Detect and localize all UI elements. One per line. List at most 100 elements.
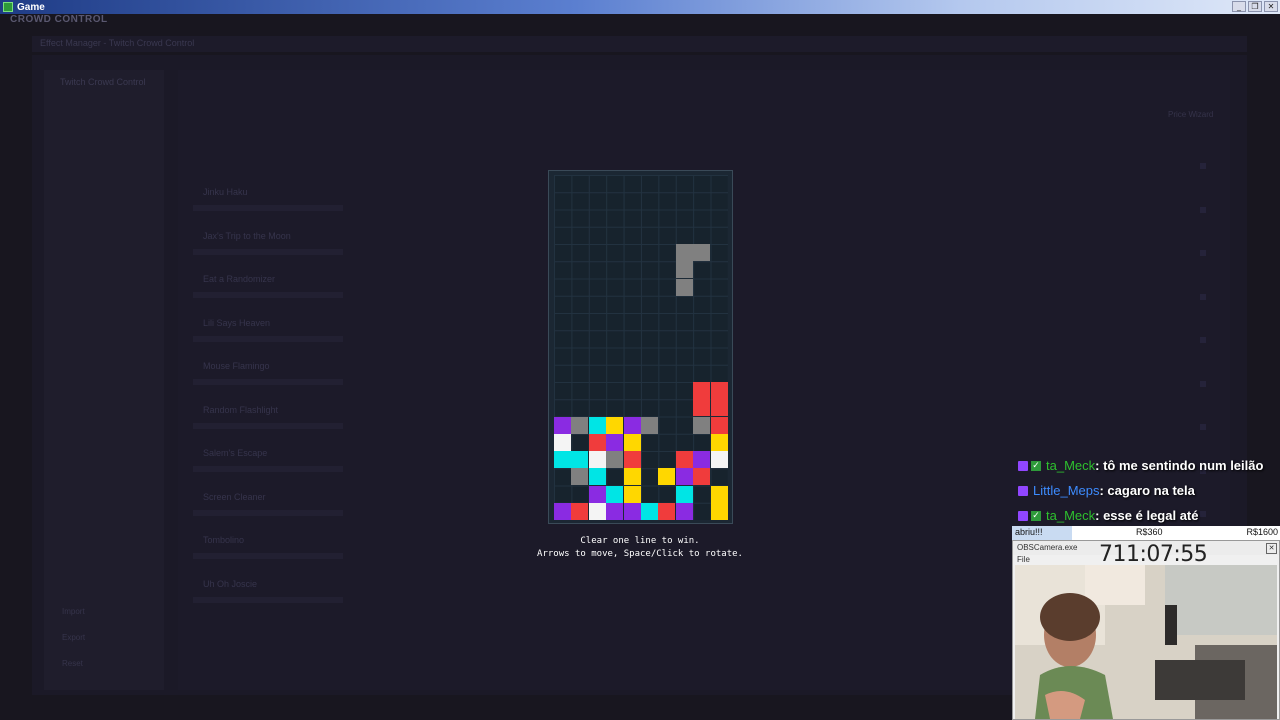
window-title: Game (17, 1, 45, 13)
auction-bar: abriu!!! R$360 R$1600 (1012, 526, 1280, 540)
background-effect-row (193, 248, 343, 255)
chat-username[interactable]: ta_Meck (1046, 508, 1095, 523)
stack-block (710, 416, 728, 434)
auction-mid-amount: R$360 (1136, 527, 1163, 537)
window-titlebar: Game _ ❐ ✕ (0, 0, 1280, 14)
background-effect-label: Tombolino (203, 535, 245, 545)
stack-block (693, 399, 711, 417)
stack-block (588, 433, 606, 451)
stack-block (623, 502, 641, 520)
stack-block (675, 485, 693, 503)
background-effect-label: Random Flashlight (203, 404, 279, 415)
chat-text: : esse é legal até (1095, 508, 1199, 523)
chat-username[interactable]: Little_Meps (1033, 483, 1099, 498)
stack-block (588, 502, 606, 520)
background-effect-row (193, 205, 343, 211)
play-arrow-icon (1200, 206, 1206, 213)
stack-block (710, 399, 728, 417)
chat-text: : cagaro na tela (1099, 483, 1195, 498)
stack-block (693, 451, 711, 468)
play-arrow-icon (1200, 163, 1206, 169)
instruction-line-controls: Arrows to move, Space/Click to rotate. (537, 549, 743, 559)
stack-block (710, 502, 728, 520)
stack-block (710, 485, 728, 503)
stack-block (588, 451, 606, 468)
twitch-badge-icon (1018, 485, 1028, 496)
game-board[interactable] (554, 175, 728, 520)
webcam-feed (1015, 565, 1277, 719)
price-wizard-button[interactable]: Price Wizard (1168, 110, 1213, 119)
chat-message: ✓ ta_Meck: esse é legal até (1018, 503, 1263, 528)
camera-menu-file[interactable]: File (1017, 555, 1030, 564)
background-effect-label: Lili Says Heaven (203, 317, 271, 328)
background-effect-row (193, 596, 343, 603)
game-instructions: Clear one line to win. Arrows to move, S… (500, 535, 780, 561)
play-arrow-icon (1200, 337, 1206, 343)
stack-block (623, 451, 641, 468)
play-arrow-icon (1200, 293, 1206, 300)
camera-window: OBSCamera.exe 711:07:55 ✕ File (1012, 540, 1280, 720)
stack-block (571, 451, 589, 468)
app-icon (3, 2, 13, 12)
falling-piece-block (693, 244, 711, 261)
sidebar-item-import[interactable]: Import (62, 607, 85, 616)
chat-message: ✓ ta_Meck: tô me sentindo num leilão (1018, 453, 1263, 478)
stack-block (675, 451, 693, 468)
webcam-scene (1015, 565, 1277, 719)
sidebar-item-reset[interactable]: Reset (62, 659, 83, 668)
camera-titlebar: OBSCamera.exe 711:07:55 ✕ (1013, 541, 1279, 567)
background-effect-row (193, 553, 343, 559)
stack-block (554, 451, 571, 468)
stack-block (675, 468, 693, 486)
maximize-button[interactable]: ❐ (1248, 1, 1262, 12)
stack-block (623, 433, 641, 451)
stack-block (641, 502, 658, 520)
stack-block (588, 468, 606, 486)
stack-block (606, 451, 624, 468)
chat-text: : tô me sentindo num leilão (1095, 458, 1264, 473)
stack-block (658, 468, 676, 486)
stack-block (606, 416, 624, 434)
minimize-button[interactable]: _ (1232, 1, 1246, 12)
stack-block (554, 433, 571, 451)
stack-block (606, 433, 624, 451)
background-effect-row (193, 292, 343, 298)
background-sidebar (44, 70, 164, 690)
background-effect-row (193, 466, 343, 472)
chat-message: Little_Meps: cagaro na tela (1018, 478, 1263, 503)
background-effect-row (193, 379, 343, 385)
stack-block (588, 485, 606, 503)
sidebar-item-export[interactable]: Export (62, 633, 85, 642)
background-sidebar-title: Twitch Crowd Control (60, 77, 146, 87)
play-arrow-icon (1200, 424, 1206, 430)
background-brand: CROWD CONTROL (10, 14, 108, 25)
twitch-badge-icon (1018, 510, 1028, 521)
stream-timer: 711:07:55 (1099, 542, 1208, 567)
stack-block (571, 502, 589, 520)
background-effect-label: Jax's Trip to the Moon (203, 230, 291, 241)
chat-username[interactable]: ta_Meck (1046, 458, 1095, 473)
verified-badge-icon: ✓ (1031, 460, 1041, 471)
background-effect-row (193, 422, 343, 429)
falling-piece-block (675, 278, 693, 296)
background-effect-label: Mouse Flamingo (203, 361, 270, 371)
stack-block (693, 416, 711, 434)
chat-overlay: ✓ ta_Meck: tô me sentindo num leilão Littl… (1018, 453, 1263, 528)
background-effect-label: Screen Cleaner (203, 491, 266, 502)
falling-piece-block (675, 261, 693, 279)
play-arrow-icon (1200, 380, 1206, 387)
stack-block (693, 382, 711, 399)
stack-block (658, 502, 676, 520)
stack-block (675, 502, 693, 520)
stack-block (554, 416, 571, 434)
play-arrow-icon (1200, 250, 1206, 256)
stack-block (606, 502, 624, 520)
background-header (32, 36, 1247, 52)
close-button[interactable]: ✕ (1264, 1, 1278, 12)
stack-block (710, 451, 728, 468)
background-effect-row (193, 509, 343, 516)
background-effect-label: Uh Oh Joscie (203, 578, 258, 589)
background-effect-label: Eat a Randomizer (203, 274, 276, 284)
camera-close-icon[interactable]: ✕ (1266, 543, 1277, 554)
background-effect-label: Jinku Haku (203, 187, 248, 197)
